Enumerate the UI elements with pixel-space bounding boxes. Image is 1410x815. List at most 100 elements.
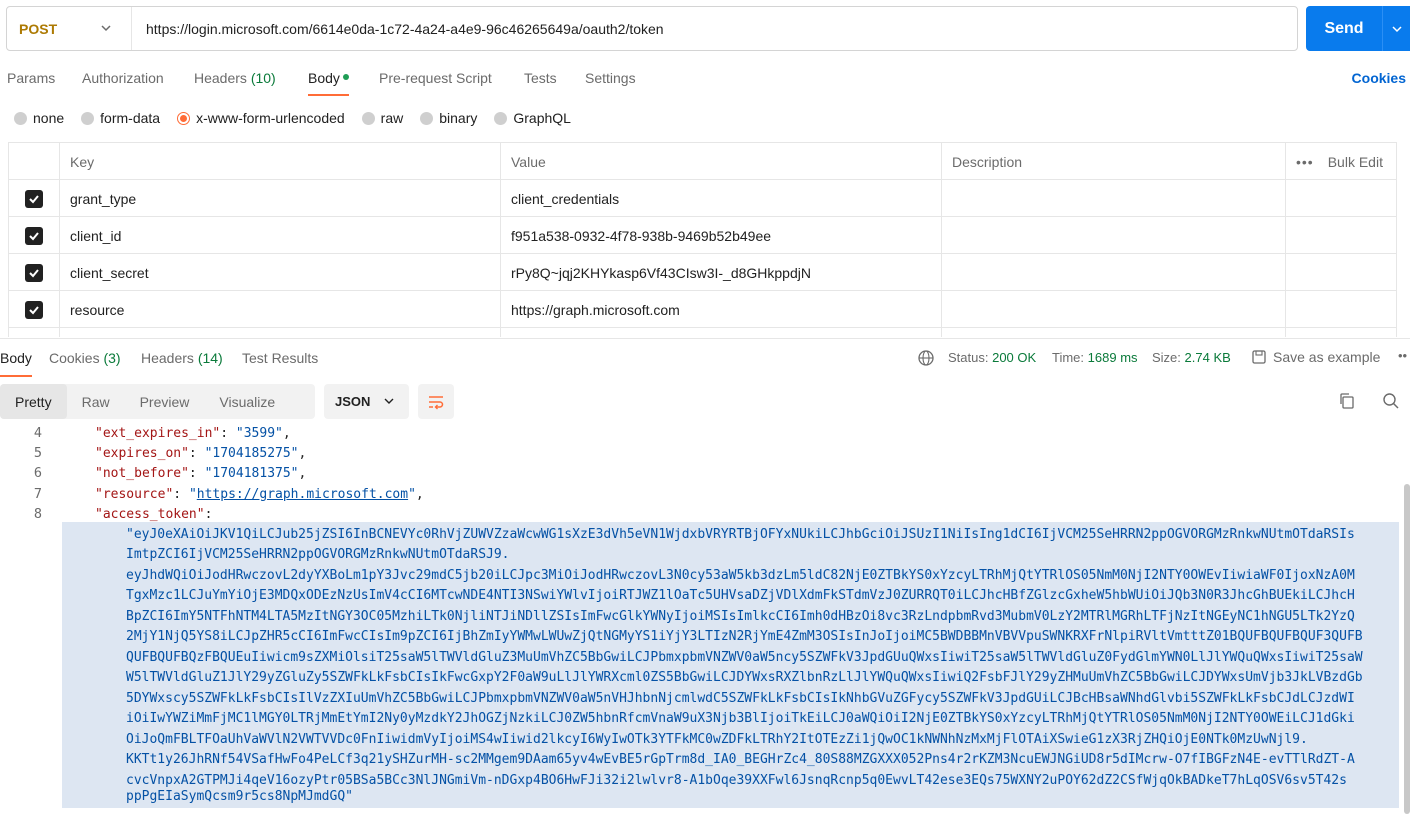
tab-settings[interactable]: Settings <box>585 70 636 86</box>
radio-label: x-www-form-urlencoded <box>196 110 345 126</box>
param-value[interactable]: rPy8Q~jqj2KHYkasp6Vf43CIsw3I-_d8GHkppdjN <box>501 254 942 291</box>
tab-pre-request-script[interactable]: Pre-request Script <box>379 70 492 86</box>
radio-circle-selected <box>177 111 191 125</box>
more-options-icon[interactable]: ••• <box>1296 154 1314 170</box>
status-value[interactable]: 200 OK <box>992 350 1036 365</box>
token-line: BpZCI6ImY5NTFhNTM4LTA5MzItNGY3OC05MzhiLT… <box>126 609 1355 624</box>
row-check-cell <box>9 217 60 254</box>
param-description[interactable] <box>942 328 1286 337</box>
token-line: "eyJ0eXAiOiJKV1QiLCJub25jZSI6InBCNEVYc0R… <box>126 527 1355 542</box>
save-icon <box>1252 350 1266 364</box>
tab-body[interactable]: Body <box>308 70 349 96</box>
radio-graphql[interactable]: GraphQL <box>494 110 571 126</box>
copy-icon[interactable] <box>1338 392 1356 410</box>
format-select[interactable]: JSON <box>324 384 409 419</box>
param-key[interactable] <box>60 328 501 337</box>
tab-params[interactable]: Params <box>7 70 55 86</box>
size-value[interactable]: 2.74 KB <box>1185 350 1231 365</box>
globe-network-icon[interactable] <box>917 349 935 367</box>
view-preview-button[interactable]: Preview <box>125 384 205 419</box>
param-extra <box>1286 217 1396 254</box>
json-link-value[interactable]: https://graph.microsoft.com <box>197 487 408 502</box>
param-key[interactable]: client_id <box>60 217 501 254</box>
code-line: "not_before": "1704181375", <box>95 466 307 481</box>
radio-urlencoded[interactable]: x-www-form-urlencoded <box>177 110 345 126</box>
code-line: "access_token": <box>95 507 213 522</box>
checkbox-checked[interactable] <box>25 300 43 319</box>
tab-headers[interactable]: Headers (10) <box>194 70 276 86</box>
format-label: JSON <box>335 394 371 409</box>
table-row-empty <box>9 328 1396 337</box>
more-options-icon[interactable]: •• <box>1398 348 1407 363</box>
response-tab-cookies-count: (3) <box>103 350 121 366</box>
bulk-edit-button[interactable]: Bulk Edit <box>1328 154 1383 170</box>
token-line: OiJoQmFBLTFOaUhVaWVlN2VWTVVDc0FnIiwidmVy… <box>126 732 1308 747</box>
param-description[interactable] <box>942 291 1286 328</box>
time-value[interactable]: 1689 ms <box>1088 350 1138 365</box>
send-options-button[interactable] <box>1383 23 1410 35</box>
row-check-cell <box>9 291 60 328</box>
tab-authorization[interactable]: Authorization <box>82 70 164 86</box>
body-indicator-dot <box>342 74 349 80</box>
send-button[interactable]: Send <box>1306 6 1410 51</box>
param-value[interactable]: f951a538-0932-4f78-938b-9469b52b49ee <box>501 217 942 254</box>
code-line: "expires_on": "1704185275", <box>95 446 307 461</box>
response-tab-cookies-label: Cookies <box>49 350 100 366</box>
param-extra <box>1286 291 1396 328</box>
response-tab-headers[interactable]: Headers (14) <box>141 350 223 366</box>
json-key: "ext_expires_in" <box>95 426 221 441</box>
time-label: Time: <box>1052 350 1085 365</box>
checkbox-checked[interactable] <box>25 189 43 208</box>
response-tab-cookies[interactable]: Cookies (3) <box>49 350 121 366</box>
token-line: W5lTWVldGluZ1JlY29yZGluZy5SZWFkLkFsbCIsI… <box>126 670 1363 685</box>
request-url-bar: POST https://login.microsoft.com/6614e0d… <box>6 6 1298 51</box>
param-description[interactable] <box>942 180 1286 217</box>
response-tab-headers-label: Headers <box>141 350 194 366</box>
view-pretty-button[interactable]: Pretty <box>0 384 67 419</box>
save-as-example-button[interactable]: Save as example <box>1251 349 1380 365</box>
search-icon[interactable] <box>1382 392 1400 410</box>
method-select[interactable]: POST <box>7 7 132 50</box>
response-tab-body[interactable]: Body <box>0 350 32 377</box>
table-row: client_secret rPy8Q~jqj2KHYkasp6Vf43CIsw… <box>9 254 1396 291</box>
checkbox-checked[interactable] <box>25 226 43 245</box>
vertical-scrollbar[interactable] <box>1404 484 1410 814</box>
response-tab-test-results[interactable]: Test Results <box>242 350 318 366</box>
tab-tests[interactable]: Tests <box>524 70 557 86</box>
radio-none[interactable]: none <box>14 110 64 126</box>
json-key: "expires_on" <box>95 446 189 461</box>
token-line: ImtpZCI6IjVCM25SeHRRN2ppOGVORGMzRnkwNUtm… <box>126 547 510 562</box>
url-input[interactable]: https://login.microsoft.com/6614e0da-1c7… <box>132 21 664 37</box>
param-value[interactable]: https://graph.microsoft.com <box>501 291 942 328</box>
radio-circle <box>420 111 434 125</box>
active-tab-underline <box>308 94 349 96</box>
cookies-link[interactable]: Cookies <box>1352 70 1406 86</box>
radio-label: none <box>33 110 65 126</box>
param-description[interactable] <box>942 217 1286 254</box>
response-view-toolbar: Pretty Raw Preview Visualize <box>0 384 315 419</box>
checkbox-checked[interactable] <box>25 263 43 282</box>
response-body-code: 4 5 6 7 8 "ext_expires_in": "3599", "exp… <box>0 424 1410 815</box>
response-tab-headers-count: (14) <box>197 350 223 366</box>
param-description[interactable] <box>942 254 1286 291</box>
param-value[interactable]: client_credentials <box>501 180 942 217</box>
send-label: Send <box>1324 19 1364 37</box>
param-key[interactable]: client_secret <box>60 254 501 291</box>
code-line: "ext_expires_in": "3599", <box>95 426 291 441</box>
param-value[interactable] <box>501 328 942 337</box>
token-line: KKTt1y26JhRNf54VSafHwFo4PeLCf3q21ySHZurM… <box>126 752 1355 767</box>
radio-raw[interactable]: raw <box>361 110 403 126</box>
word-wrap-button[interactable] <box>418 384 454 419</box>
view-raw-button[interactable]: Raw <box>67 384 125 419</box>
code-line: "resource": "https://graph.microsoft.com… <box>95 487 424 502</box>
view-visualize-button[interactable]: Visualize <box>204 384 290 419</box>
response-size: Size: 2.74 KB <box>1152 350 1231 365</box>
param-key[interactable]: resource <box>60 291 501 328</box>
checkmark-icon <box>29 231 39 240</box>
radio-form-data[interactable]: form-data <box>81 110 160 126</box>
bulk-edit-area: ••• Bulk Edit <box>1286 143 1396 180</box>
param-key[interactable]: grant_type <box>60 180 501 217</box>
radio-binary[interactable]: binary <box>420 110 477 126</box>
radio-circle <box>14 111 27 125</box>
token-line: 5DYWxscy5SZWFkLkFsbCIsIlVzZXIuUmVhZC5BbG… <box>126 691 1355 706</box>
